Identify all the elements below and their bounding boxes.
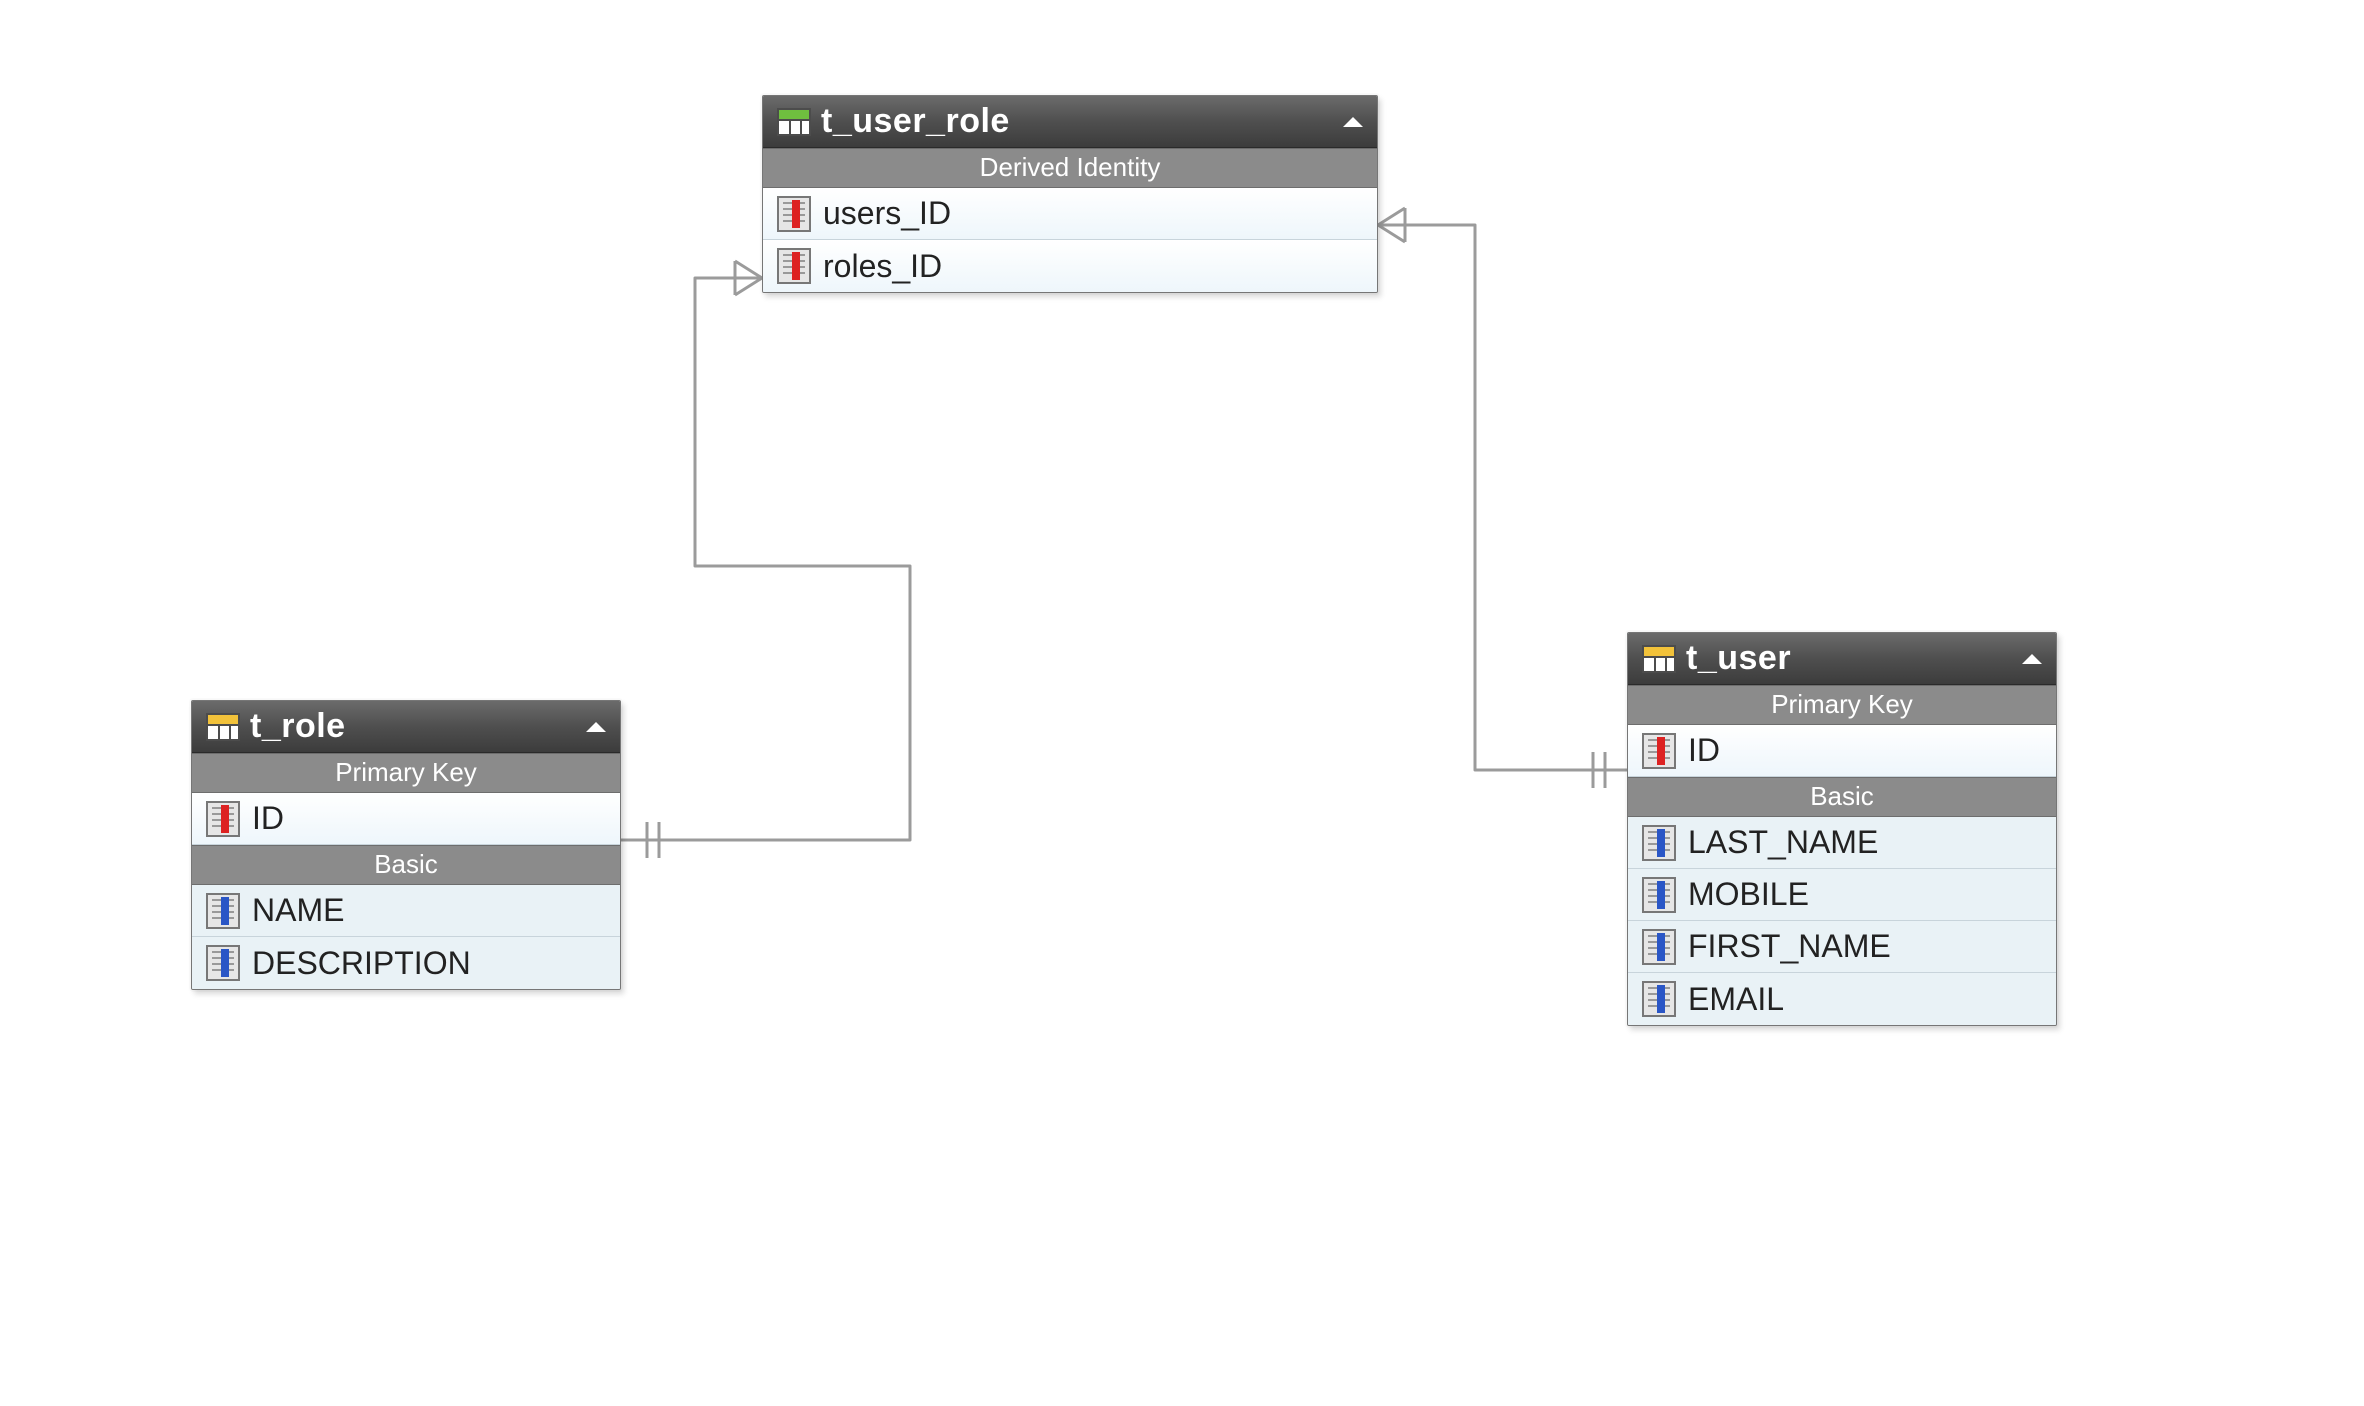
column-description[interactable]: DESCRIPTION	[192, 937, 620, 989]
pk-column-icon	[777, 196, 811, 232]
section-primary-key: Primary Key	[1628, 685, 2056, 725]
column-label: ID	[240, 800, 284, 837]
collapse-icon[interactable]	[2022, 654, 2042, 664]
column-first-name[interactable]: FIRST_NAME	[1628, 921, 2056, 973]
column-label: roles_ID	[811, 248, 942, 285]
entity-t-role[interactable]: t_role Primary Key ID Basic NAME DESCRIP…	[191, 700, 621, 990]
entity-t-user-role[interactable]: t_user_role Derived Identity users_ID ro…	[762, 95, 1378, 293]
column-roles-id[interactable]: roles_ID	[763, 240, 1377, 292]
pk-column-icon	[1642, 733, 1676, 769]
table-icon	[777, 108, 811, 136]
column-users-id[interactable]: users_ID	[763, 188, 1377, 240]
column-mobile[interactable]: MOBILE	[1628, 869, 2056, 921]
column-icon	[1642, 929, 1676, 965]
column-label: ID	[1676, 732, 1720, 769]
column-label: users_ID	[811, 195, 951, 232]
column-icon	[1642, 877, 1676, 913]
column-icon	[206, 945, 240, 981]
section-derived-identity: Derived Identity	[763, 148, 1377, 188]
collapse-icon[interactable]	[1343, 117, 1363, 127]
entity-t-user[interactable]: t_user Primary Key ID Basic LAST_NAME MO…	[1627, 632, 2057, 1026]
column-icon	[1642, 825, 1676, 861]
column-icon	[206, 893, 240, 929]
entity-title: t_user	[1676, 639, 2022, 678]
column-id[interactable]: ID	[1628, 725, 2056, 777]
column-last-name[interactable]: LAST_NAME	[1628, 817, 2056, 869]
pk-column-icon	[206, 801, 240, 837]
column-label: LAST_NAME	[1676, 824, 1878, 861]
column-icon	[1642, 981, 1676, 1017]
column-label: DESCRIPTION	[240, 945, 471, 982]
er-diagram-canvas: t_user_role Derived Identity users_ID ro…	[0, 0, 2364, 1406]
collapse-icon[interactable]	[586, 722, 606, 732]
column-label: NAME	[240, 892, 344, 929]
entity-header[interactable]: t_user_role	[763, 96, 1377, 148]
entity-header[interactable]: t_role	[192, 701, 620, 753]
column-label: FIRST_NAME	[1676, 928, 1891, 965]
column-label: MOBILE	[1676, 876, 1809, 913]
entity-title: t_user_role	[811, 102, 1343, 141]
section-primary-key: Primary Key	[192, 753, 620, 793]
table-icon	[206, 713, 240, 741]
pk-column-icon	[777, 248, 811, 284]
entity-header[interactable]: t_user	[1628, 633, 2056, 685]
section-basic: Basic	[1628, 777, 2056, 817]
entity-title: t_role	[240, 707, 586, 746]
table-icon	[1642, 645, 1676, 673]
column-name[interactable]: NAME	[192, 885, 620, 937]
column-email[interactable]: EMAIL	[1628, 973, 2056, 1025]
section-basic: Basic	[192, 845, 620, 885]
column-label: EMAIL	[1676, 981, 1784, 1018]
column-id[interactable]: ID	[192, 793, 620, 845]
